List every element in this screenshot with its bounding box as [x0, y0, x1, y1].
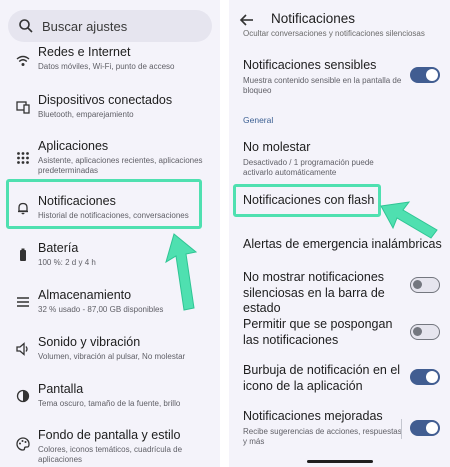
item-title: No molestar	[243, 140, 311, 154]
item-subtitle: Desactivado / 1 programación puede activ…	[243, 157, 374, 177]
item-title: Alertas de emergencia inalámbricas	[243, 237, 442, 251]
item-title: No mostrar notificaciones silenciosas en…	[243, 270, 385, 315]
battery-icon	[20, 248, 26, 261]
setting-notification-dot[interactable]: Burbuja de notificación en el icono de l…	[243, 363, 403, 394]
section-header: General	[243, 115, 274, 125]
item-subtitle: Colores, iconos temáticos, cuadrícula de…	[38, 445, 183, 464]
item-subtitle: Datos móviles, Wi-Fi, punto de acceso	[38, 62, 175, 71]
search-bar[interactable]: Buscar ajustes	[8, 10, 212, 42]
setting-hide-silent-notifications[interactable]: No mostrar notificaciones silenciosas en…	[243, 270, 403, 317]
settings-item-connected-devices[interactable]: Dispositivos conectados Bluetooth, empare…	[0, 93, 220, 123]
page-title: Notificaciones	[271, 11, 356, 26]
divider	[401, 419, 402, 439]
pointer-arrow-icon	[380, 201, 438, 239]
item-subtitle: Muestra contenido sensible en la pantall…	[243, 75, 402, 95]
settings-item-apps[interactable]: Aplicaciones Asistente, aplicaciones reci…	[0, 139, 220, 175]
item-title: Notificaciones sensibles	[243, 58, 377, 72]
highlight-frame	[233, 184, 381, 217]
setting-do-not-disturb[interactable]: No molestar Desactivado / 1 programación…	[243, 140, 403, 178]
brightness-icon	[16, 389, 30, 403]
back-arrow-icon[interactable]	[239, 12, 255, 28]
volume-icon	[16, 342, 28, 356]
settings-item-network[interactable]: Redes e Internet Datos móviles, Wi-Fi, pu…	[0, 45, 220, 75]
wifi-icon	[16, 55, 30, 66]
snooze-toggle[interactable]	[410, 324, 440, 340]
setting-sensitive-notifications[interactable]: Notificaciones sensibles Muestra conteni…	[243, 58, 403, 96]
setting-emergency-alerts[interactable]: Alertas de emergencia inalámbricas	[243, 237, 443, 253]
item-title: Fondo de pantalla y estilo	[38, 428, 181, 442]
settings-item-display[interactable]: Pantalla Tema oscuro, tamaño de la fuente…	[0, 382, 220, 412]
item-title: Dispositivos conectados	[38, 93, 173, 107]
item-title: Pantalla	[38, 382, 84, 396]
item-title: Redes e Internet	[38, 45, 131, 59]
item-subtitle: Volumen, vibración al pulsar, No molesta…	[38, 352, 186, 361]
search-icon	[19, 19, 33, 33]
enhanced-notifications-toggle[interactable]	[410, 420, 440, 436]
item-subtitle: Bluetooth, emparejamiento	[38, 110, 134, 119]
notification-dot-toggle[interactable]	[410, 369, 440, 385]
item-title: Permitir que se pospongan las notificaci…	[243, 317, 393, 347]
item-subtitle: Asistente, aplicaciones recientes, aplic…	[38, 156, 203, 175]
storage-icon	[17, 297, 29, 307]
pointer-arrow-icon	[165, 233, 198, 311]
item-title: Notificaciones mejoradas	[243, 409, 383, 423]
search-placeholder: Buscar ajustes	[42, 18, 128, 34]
settings-panel: Buscar ajustes Redes e Internet Datos móv…	[0, 0, 220, 467]
item-subtitle: Recibe sugerencias de acciones, respuest…	[243, 426, 402, 446]
notifications-panel: Notificaciones Ocultar conversaciones y …	[229, 0, 450, 467]
item-subtitle: Tema oscuro, tamaño de la fuente, brillo	[38, 399, 181, 408]
scrolled-text: Ocultar conversaciones y notificaciones …	[243, 29, 425, 38]
hide-silent-toggle[interactable]	[410, 277, 440, 293]
settings-item-wallpaper[interactable]: Fondo de pantalla y estilo Colores, icono…	[0, 428, 220, 464]
home-indicator	[307, 460, 373, 463]
setting-snooze-notifications[interactable]: Permitir que se pospongan las notificaci…	[243, 317, 403, 348]
apps-grid-icon	[17, 152, 29, 164]
item-title: Aplicaciones	[38, 139, 109, 153]
setting-enhanced-notifications[interactable]: Notificaciones mejoradas Recibe sugerenc…	[243, 409, 403, 447]
sensitive-notifications-toggle[interactable]	[410, 67, 440, 83]
item-title: Burbuja de notificación en el icono de l…	[243, 363, 401, 393]
devices-icon	[16, 101, 30, 114]
palette-icon	[16, 437, 30, 451]
item-title: Sonido y vibración	[38, 335, 141, 349]
highlight-frame	[6, 179, 202, 229]
settings-item-sound[interactable]: Sonido y vibración Volumen, vibración al …	[0, 335, 220, 365]
